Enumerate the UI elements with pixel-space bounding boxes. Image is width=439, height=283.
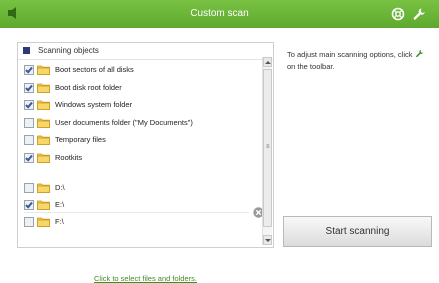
scan-item-row[interactable]: Windows system folder (18, 98, 258, 112)
help-icon[interactable] (391, 7, 405, 21)
folder-icon (37, 99, 50, 110)
drive-item-checkbox[interactable] (24, 183, 34, 193)
folder-icon (37, 64, 50, 75)
scan-item-label: User documents folder ("My Documents") (55, 117, 193, 127)
title-bar: Custom scan (0, 0, 439, 28)
square-icon (23, 47, 30, 54)
scan-item-label: Rootkits (55, 152, 83, 162)
scan-objects-header: Scanning objects (18, 43, 273, 60)
scan-item-label: Boot sectors of all disks (55, 65, 134, 74)
grip-icon: ≡ (266, 144, 270, 150)
start-scanning-button[interactable]: Start scanning (283, 216, 432, 247)
info-text-end: on the toolbar. (287, 62, 335, 71)
wrench-icon[interactable] (412, 7, 426, 21)
info-text-start: To adjust main scanning options, click (287, 50, 413, 59)
scan-item-checkbox[interactable] (24, 117, 34, 128)
drive-item-row[interactable]: F:\ (18, 215, 258, 229)
folder-icon (37, 182, 50, 193)
folder-icon (37, 216, 50, 227)
scan-item-row[interactable]: Temporary files (18, 133, 258, 147)
scrollbar[interactable]: ≡ (262, 57, 272, 245)
select-files-link[interactable]: Click to select files and folders. (18, 274, 273, 283)
scan-objects-panel: Scanning objects Boot sectors of all dis… (17, 42, 274, 283)
scan-item-row[interactable]: Rootkits (18, 151, 258, 165)
scroll-up-arrow-icon[interactable] (263, 57, 272, 67)
folder-icon (37, 199, 50, 210)
scan-item-label: Boot disk root folder (55, 82, 122, 92)
scan-item-row[interactable]: Boot sectors of all disks (18, 63, 258, 77)
scan-item-row[interactable]: User documents folder ("My Documents") (18, 116, 258, 130)
drive-item-label: E:\ (55, 200, 65, 209)
info-text: To adjust main scanning options, click o… (287, 49, 429, 73)
drive-item-label: D:\ (55, 183, 65, 192)
folder-icon (37, 152, 50, 163)
drive-item-checkbox[interactable] (24, 200, 34, 210)
scroll-down-arrow-icon[interactable] (263, 235, 272, 245)
scan-item-checkbox[interactable] (24, 100, 34, 110)
wrench-icon (415, 49, 423, 58)
window-title: Custom scan (190, 8, 249, 19)
divider (24, 212, 249, 213)
folder-icon (37, 82, 50, 93)
scan-item-row[interactable]: Boot disk root folder (18, 81, 258, 95)
scan-item-label: Windows system folder (55, 100, 133, 109)
drive-item-checkbox[interactable] (24, 217, 34, 227)
scan-item-checkbox[interactable] (24, 135, 34, 145)
scan-item-checkbox[interactable] (24, 65, 34, 75)
folder-icon (37, 134, 50, 145)
scan-item-label: Temporary files (55, 135, 106, 144)
drive-item-label: F:\ (55, 217, 64, 226)
scroll-thumb[interactable]: ≡ (263, 69, 272, 227)
scan-item-checkbox[interactable] (24, 152, 34, 163)
drive-item-row[interactable]: D:\ (18, 181, 258, 195)
drive-item-row[interactable]: E:\ (18, 198, 258, 212)
folder-icon (37, 117, 50, 128)
scan-item-checkbox[interactable] (24, 82, 34, 93)
scan-objects-title: Scanning objects (38, 46, 99, 55)
